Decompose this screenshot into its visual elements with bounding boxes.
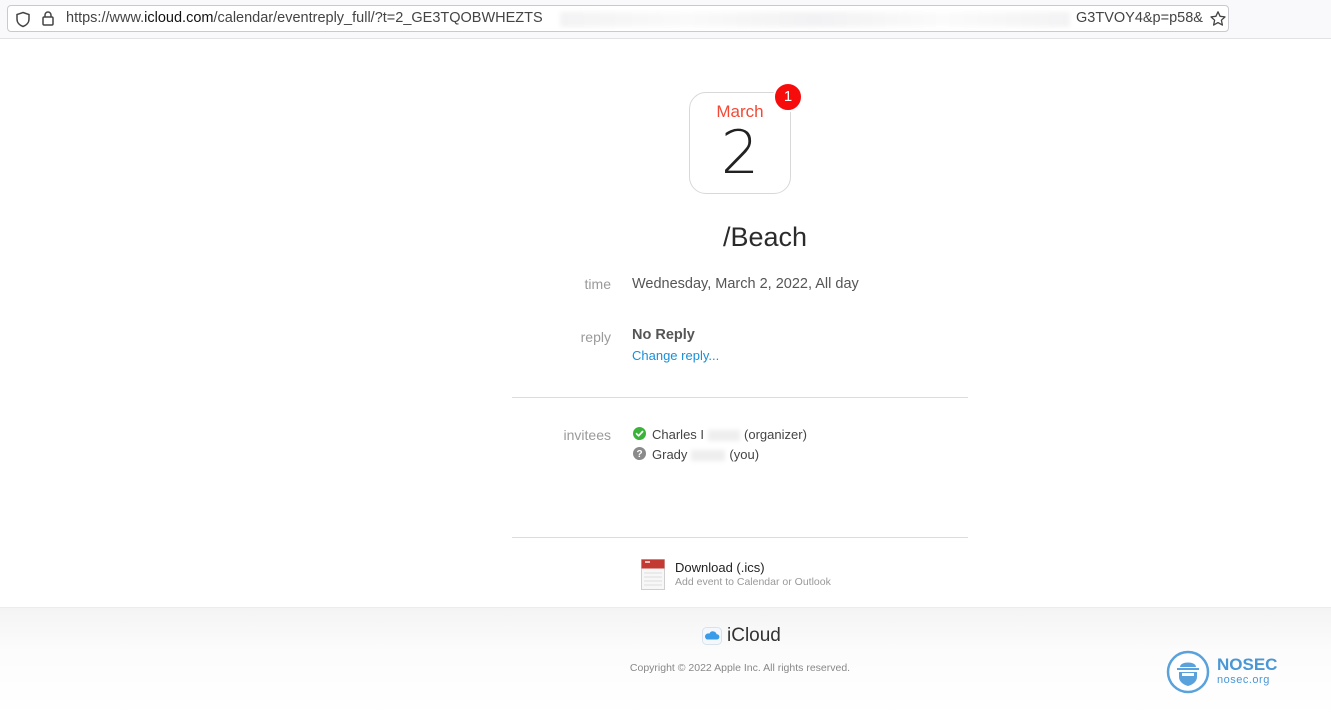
tracking-protection-shield-icon[interactable] <box>15 11 31 33</box>
lock-icon[interactable] <box>41 10 55 32</box>
invitee-role: (organizer) <box>744 427 807 442</box>
url-redacted-region <box>560 12 1070 27</box>
svg-text:?: ? <box>636 449 642 460</box>
icloud-brand: iCloud <box>727 625 781 646</box>
invitee-role: (you) <box>729 447 760 462</box>
section-divider <box>512 537 968 538</box>
url-text: https://www.icloud.com/calendar/eventrep… <box>66 10 543 26</box>
address-bar[interactable]: https://www.icloud.com/calendar/eventrep… <box>7 5 1229 32</box>
nosec-logo-icon <box>1166 650 1210 699</box>
time-value: Wednesday, March 2, 2022, All day <box>632 276 859 292</box>
invitee-organizer: Charles I (organizer) <box>633 426 807 443</box>
calendar-day: 2 <box>720 118 760 188</box>
time-label: time <box>584 276 611 292</box>
calendar-app-icon: March 2 <box>689 92 791 194</box>
ics-file-icon[interactable] <box>641 559 665 595</box>
event-title: /Beach <box>722 222 808 252</box>
notification-badge: 1 <box>773 82 803 112</box>
download-subtitle: Add event to Calendar or Outlook <box>675 576 831 588</box>
accepted-check-icon <box>633 426 646 443</box>
browser-toolbar: https://www.icloud.com/calendar/eventrep… <box>0 0 1331 39</box>
invitee-you: ? Grady (you) <box>633 446 760 463</box>
download-ics-link[interactable]: Download (.ics) <box>675 560 765 575</box>
reply-status: No Reply <box>632 327 695 343</box>
redacted-surname <box>691 450 726 462</box>
icloud-cloud-icon <box>702 627 722 650</box>
redacted-surname <box>708 430 741 442</box>
bookmark-star-icon[interactable] <box>1209 10 1227 33</box>
question-mark-icon: ? <box>633 446 646 463</box>
invitee-name: Grady <box>652 447 688 462</box>
url-text-tail: G3TVOY4&p=p58& <box>1076 10 1203 26</box>
reply-label: reply <box>580 329 611 345</box>
watermark-name: NOSEC <box>1217 655 1278 674</box>
change-reply-link[interactable]: Change reply... <box>632 348 719 363</box>
watermark-url: nosec.org <box>1217 674 1270 686</box>
invitee-initial: I <box>700 427 705 442</box>
invitees-label: invitees <box>563 427 611 443</box>
section-divider <box>512 397 968 398</box>
invitee-name: Charles <box>652 427 697 442</box>
copyright-text: Copyright © 2022 Apple Inc. All rights r… <box>629 662 851 674</box>
